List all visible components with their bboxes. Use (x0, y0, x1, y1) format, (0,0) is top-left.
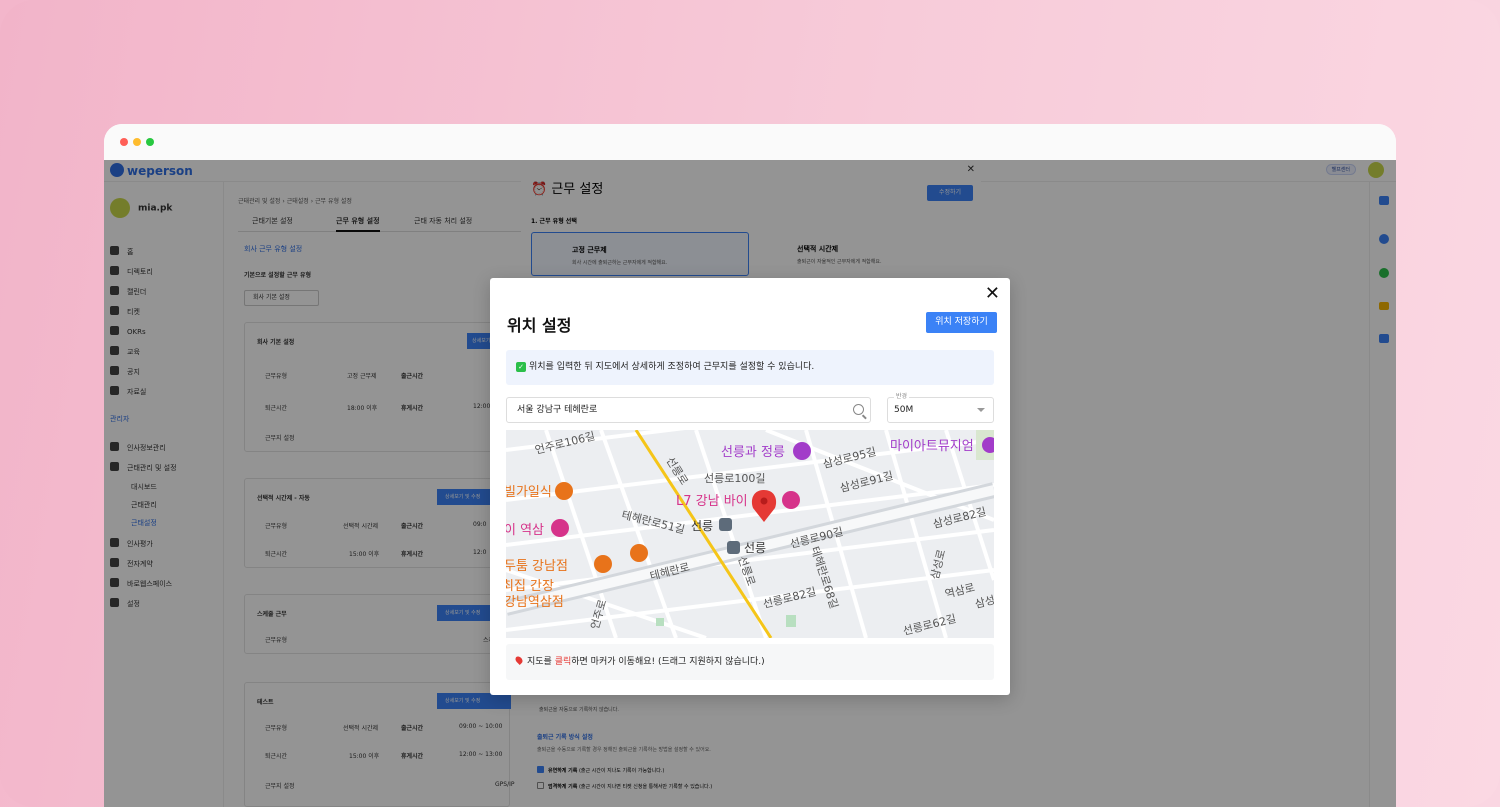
map-pin-dot (760, 497, 768, 505)
location-settings-modal: ✕ 위치 설정 위치 저장하기 ✓ 위치를 입력한 뒤 지도에서 상세하게 조정하… (490, 278, 1010, 695)
subway-icon[interactable] (727, 541, 740, 554)
station-label: 선릉 (691, 519, 713, 533)
map-hint: 지도를 클릭하면 마커가 이동해요! (드래그 지원하지 않습니다.) (506, 644, 994, 680)
restaurant-icon[interactable] (630, 544, 648, 562)
poi-label: 이 역삼 (506, 523, 544, 538)
minimize-window-dot[interactable] (133, 138, 141, 146)
chevron-down-icon (977, 408, 985, 412)
modal-title: 위치 설정 (507, 316, 572, 335)
radius-label: 반경 (894, 392, 910, 402)
check-icon: ✓ (516, 362, 526, 372)
map-canvas[interactable]: 언주로106길 선릉로 선릉로100길 삼성로95길 삼성로91길 테헤란로51… (506, 430, 994, 638)
restaurant-icon[interactable] (555, 482, 573, 500)
pin-icon (514, 655, 524, 665)
park-area (786, 615, 796, 627)
poi-label: 빌가일식 (506, 485, 552, 500)
poi-label: 선릉과 정릉 (721, 445, 785, 460)
close-window-dot[interactable] (120, 138, 128, 146)
close-icon[interactable]: ✕ (985, 283, 1000, 304)
poi-label: 최집 간장 (506, 579, 554, 594)
street-label: 선릉로100길 (704, 472, 765, 485)
notice-banner: ✓ 위치를 입력한 뒤 지도에서 상세하게 조정하여 근무지를 설정할 수 있습니… (506, 350, 994, 385)
poi-label: L7 강남 바이 (676, 494, 748, 509)
poi-label: 강남역삼점 (506, 595, 564, 610)
map-view[interactable]: 언주로106길 선릉로 선릉로100길 삼성로95길 삼성로91길 테헤란로51… (506, 430, 994, 638)
park-area (656, 618, 664, 626)
poi-label: 마이아트뮤지엄 (890, 439, 974, 454)
search-icon[interactable] (853, 404, 864, 415)
landmark-icon[interactable] (793, 442, 811, 460)
subway-icon[interactable] (719, 518, 732, 531)
save-location-button[interactable]: 위치 저장하기 (926, 312, 997, 333)
maximize-window-dot[interactable] (146, 138, 154, 146)
poi-label: 두툼 강남점 (506, 559, 568, 574)
address-search-input[interactable]: 서울 강남구 테헤란로 (506, 397, 871, 423)
radius-select[interactable]: 반경 50M (887, 392, 994, 423)
restaurant-icon[interactable] (594, 555, 612, 573)
hotel-icon[interactable] (551, 519, 569, 537)
station-label: 선릉 (744, 541, 766, 555)
hotel-icon[interactable] (782, 491, 800, 509)
browser-titlebar (104, 124, 1396, 160)
